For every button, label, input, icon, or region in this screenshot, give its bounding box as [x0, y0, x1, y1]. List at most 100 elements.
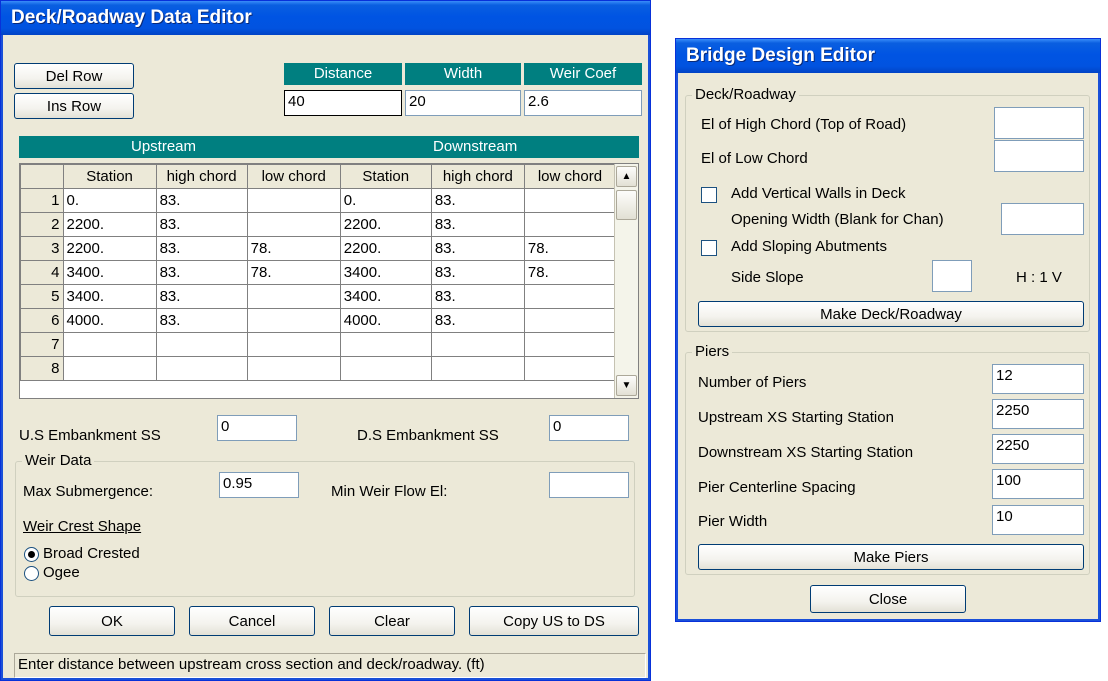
- us-low-chord-cell[interactable]: [246, 284, 341, 309]
- us-low-chord-cell[interactable]: [246, 212, 341, 237]
- weir-coef-header: Weir Coef: [524, 63, 642, 85]
- spacing-input[interactable]: 100: [992, 469, 1084, 499]
- high-chord-label: El of High Chord (Top of Road): [701, 116, 907, 133]
- ds-low-chord-header: low chord: [523, 164, 617, 189]
- us-high-chord-cell[interactable]: 83.: [155, 260, 248, 285]
- pier-width-input[interactable]: 10: [992, 505, 1084, 535]
- scroll-down-icon[interactable]: ▼: [616, 375, 637, 396]
- close-button[interactable]: Close: [810, 585, 966, 613]
- weir-coef-input[interactable]: 2.6: [524, 90, 642, 116]
- side-slope-label: Side Slope: [731, 269, 804, 286]
- ds-low-chord-cell[interactable]: [523, 188, 617, 213]
- max-submergence-input[interactable]: 0.95: [219, 472, 299, 498]
- us-high-chord-header: high chord: [155, 164, 248, 189]
- ds-low-chord-cell[interactable]: [523, 284, 617, 309]
- num-piers-input[interactable]: 12: [992, 364, 1084, 394]
- width-input[interactable]: 20: [405, 90, 521, 116]
- ds-high-chord-cell[interactable]: 83.: [430, 308, 525, 333]
- ins-row-button[interactable]: Ins Row: [14, 93, 134, 119]
- row-number: 5: [20, 284, 64, 309]
- us-high-chord-cell[interactable]: 83.: [155, 236, 248, 261]
- ds-low-chord-cell[interactable]: [523, 212, 617, 237]
- ds-high-chord-cell[interactable]: 83.: [430, 260, 525, 285]
- us-station-cell[interactable]: 4000.: [62, 308, 157, 333]
- del-row-button[interactable]: Del Row: [14, 63, 134, 89]
- distance-input[interactable]: 40: [284, 90, 402, 116]
- ds-high-chord-cell[interactable]: 83.: [430, 284, 525, 309]
- us-station-cell[interactable]: 3400.: [62, 284, 157, 309]
- us-low-chord-cell[interactable]: 78.: [246, 260, 341, 285]
- low-chord-input[interactable]: [994, 140, 1084, 172]
- us-station-cell[interactable]: 2200.: [62, 236, 157, 261]
- us-high-chord-cell[interactable]: 83.: [155, 308, 248, 333]
- us-station-cell[interactable]: [62, 356, 157, 381]
- ogee-label[interactable]: Ogee: [43, 564, 80, 581]
- us-station-cell[interactable]: [62, 332, 157, 357]
- ds-low-chord-cell[interactable]: [523, 332, 617, 357]
- make-piers-button[interactable]: Make Piers: [698, 544, 1084, 570]
- ds-embankment-input[interactable]: 0: [549, 415, 629, 441]
- make-deck-button[interactable]: Make Deck/Roadway: [698, 301, 1084, 327]
- high-chord-input[interactable]: [994, 107, 1084, 139]
- us-high-chord-cell[interactable]: 83.: [155, 284, 248, 309]
- sloping-abutments-label[interactable]: Add Sloping Abutments: [731, 238, 887, 255]
- ds-station-cell[interactable]: 3400.: [339, 260, 432, 285]
- us-station-cell[interactable]: 0.: [62, 188, 157, 213]
- min-weir-flow-input[interactable]: [549, 472, 629, 498]
- cancel-button[interactable]: Cancel: [189, 606, 315, 636]
- table-scrollbar[interactable]: ▲ ▼: [614, 164, 638, 398]
- copy-us-to-ds-button[interactable]: Copy US to DS: [469, 606, 639, 636]
- row-number: 7: [20, 332, 64, 357]
- scroll-thumb[interactable]: [616, 190, 637, 220]
- ds-low-chord-cell[interactable]: 78.: [523, 260, 617, 285]
- ds-station-cell[interactable]: 3400.: [339, 284, 432, 309]
- table-row: 8: [20, 356, 617, 381]
- vertical-walls-checkbox[interactable]: [701, 187, 717, 203]
- us-embankment-label: U.S Embankment SS: [19, 427, 161, 444]
- us-embankment-input[interactable]: 0: [217, 415, 297, 441]
- side-slope-input[interactable]: [932, 260, 972, 292]
- broad-crested-radio[interactable]: [24, 547, 39, 562]
- us-high-chord-cell[interactable]: 83.: [155, 212, 248, 237]
- clear-button[interactable]: Clear: [329, 606, 455, 636]
- ds-low-chord-cell[interactable]: [523, 308, 617, 333]
- upstream-xs-input[interactable]: 2250: [992, 399, 1084, 429]
- us-station-cell[interactable]: 3400.: [62, 260, 157, 285]
- ds-station-cell[interactable]: [339, 356, 432, 381]
- ds-high-chord-cell[interactable]: 83.: [430, 188, 525, 213]
- sloping-abutments-checkbox[interactable]: [701, 240, 717, 256]
- ds-station-cell[interactable]: 0.: [339, 188, 432, 213]
- ds-high-chord-header: high chord: [430, 164, 525, 189]
- ds-low-chord-cell[interactable]: [523, 356, 617, 381]
- us-low-chord-cell[interactable]: [246, 308, 341, 333]
- downstream-xs-input[interactable]: 2250: [992, 434, 1084, 464]
- side-slope-unit: H : 1 V: [1016, 269, 1062, 286]
- vertical-walls-label[interactable]: Add Vertical Walls in Deck: [731, 185, 906, 202]
- us-high-chord-cell[interactable]: 83.: [155, 188, 248, 213]
- broad-crested-label[interactable]: Broad Crested: [43, 545, 140, 562]
- us-high-chord-cell[interactable]: [155, 356, 248, 381]
- ok-button[interactable]: OK: [49, 606, 175, 636]
- us-low-chord-cell[interactable]: [246, 188, 341, 213]
- ds-station-cell[interactable]: 2200.: [339, 236, 432, 261]
- ds-station-cell[interactable]: 4000.: [339, 308, 432, 333]
- us-low-chord-cell[interactable]: 78.: [246, 236, 341, 261]
- ogee-radio[interactable]: [24, 566, 39, 581]
- ds-high-chord-cell[interactable]: 83.: [430, 236, 525, 261]
- us-high-chord-cell[interactable]: [155, 332, 248, 357]
- weir-crest-shape-label: Weir Crest Shape: [23, 518, 142, 535]
- row-number-header: [20, 164, 64, 189]
- ds-high-chord-cell[interactable]: 83.: [430, 212, 525, 237]
- ds-high-chord-cell[interactable]: [430, 356, 525, 381]
- scroll-up-icon[interactable]: ▲: [616, 166, 637, 187]
- us-low-chord-cell[interactable]: [246, 356, 341, 381]
- ds-station-cell[interactable]: 2200.: [339, 212, 432, 237]
- us-station-cell[interactable]: 2200.: [62, 212, 157, 237]
- ds-low-chord-cell[interactable]: 78.: [523, 236, 617, 261]
- ds-station-cell[interactable]: [339, 332, 432, 357]
- us-low-chord-header: low chord: [246, 164, 341, 189]
- ds-high-chord-cell[interactable]: [430, 332, 525, 357]
- upstream-xs-label: Upstream XS Starting Station: [698, 409, 894, 426]
- opening-width-input[interactable]: [1001, 203, 1084, 235]
- us-low-chord-cell[interactable]: [246, 332, 341, 357]
